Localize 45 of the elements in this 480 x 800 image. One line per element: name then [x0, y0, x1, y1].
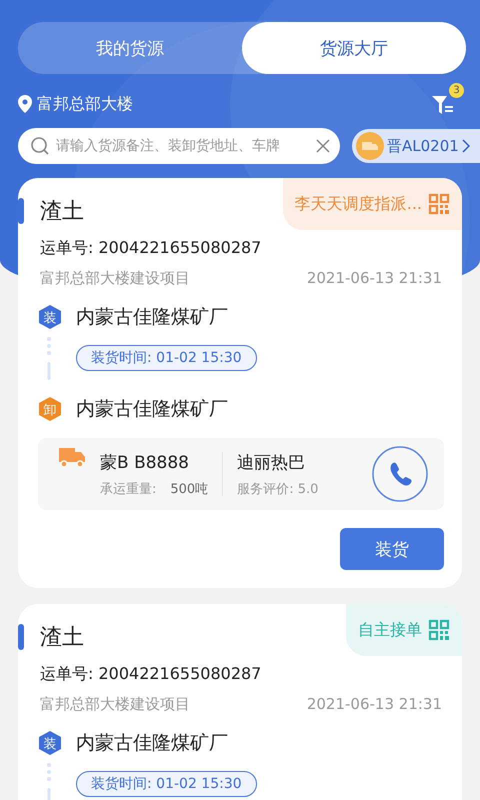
search-icon — [30, 136, 50, 156]
accent-bar — [18, 624, 24, 650]
cargo-card[interactable]: 渣土 李天天调度指派... 运单号: 2004221655080287 富邦总部大楼建设项目 2021-06-13 21:31 装 内蒙古佳隆煤矿厂 装货时间: 01-02 15:30 卸 内蒙古佳隆煤矿厂 蒙B B8888 承运重量: 500吨 迪丽热巴 服务评价: 5.0 装货 — [18, 178, 462, 588]
accent-bar — [18, 198, 24, 224]
timestamp: 2021-06-13 21:31 — [306, 695, 442, 714]
load-button[interactable]: 装货 — [340, 528, 444, 570]
load-time-pill: 装货时间: 01-02 15:30 — [76, 771, 257, 797]
plate-number: 蒙B B8888 — [100, 452, 190, 474]
truck-icon — [58, 446, 86, 468]
tab[interactable]: 货源大厅 — [242, 22, 466, 74]
truck-icon — [356, 132, 384, 160]
waybill-number: 运单号: 2004221655080287 — [40, 238, 262, 259]
cargo-card[interactable]: 渣土 自主接单 运单号: 2004221655080287 富邦总部大楼建设项目 2021-06-13 21:31 装 内蒙古佳隆煤矿厂 装货时间: 01-02 15:30 — [18, 604, 462, 800]
tag-text: 李天天调度指派... — [294, 194, 422, 214]
filter-icon[interactable] — [432, 95, 454, 115]
stop-badge: 装 — [38, 730, 62, 756]
search-field[interactable]: 请输入货源备注、装卸货地址、车牌 — [56, 138, 310, 154]
project-name: 富邦总部大楼建设项目 — [40, 269, 190, 288]
stop-place: 内蒙古佳隆煤矿厂 — [76, 305, 228, 330]
timestamp: 2021-06-13 21:31 — [306, 269, 442, 288]
route-line — [46, 762, 52, 800]
cargo-title: 渣土 — [40, 198, 84, 226]
cargo-title: 渣土 — [40, 624, 84, 652]
qr-code-icon[interactable] — [428, 619, 450, 641]
service-rating: 服务评价: 5.0 — [237, 480, 318, 498]
stop-place: 内蒙古佳隆煤矿厂 — [76, 397, 228, 422]
carry-weight: 承运重量: 500吨 — [100, 480, 208, 498]
stop-badge: 卸 — [38, 396, 62, 422]
tag-text: 自主接单 — [358, 620, 422, 640]
location-pin-icon — [18, 95, 32, 113]
driver-name: 迪丽热巴 — [237, 452, 306, 474]
tab[interactable]: 我的货源 — [18, 22, 242, 74]
search-bar[interactable]: 请输入货源备注、装卸货地址、车牌 — [18, 128, 340, 164]
project-name: 富邦总部大楼建设项目 — [40, 695, 190, 714]
route-line — [46, 336, 52, 380]
vehicle-chip[interactable]: 晋AL0201 — [352, 129, 480, 163]
phone-icon[interactable] — [372, 446, 428, 502]
clear-icon[interactable] — [316, 139, 330, 153]
location-name[interactable]: 富邦总部大楼 — [37, 94, 133, 114]
qr-code-icon[interactable] — [428, 193, 450, 215]
chevron-right-icon — [462, 139, 470, 153]
stop-badge: 装 — [38, 304, 62, 330]
stop-place: 内蒙古佳隆煤矿厂 — [76, 731, 228, 756]
load-time-pill: 装货时间: 01-02 15:30 — [76, 345, 257, 371]
waybill-number: 运单号: 2004221655080287 — [40, 664, 262, 685]
